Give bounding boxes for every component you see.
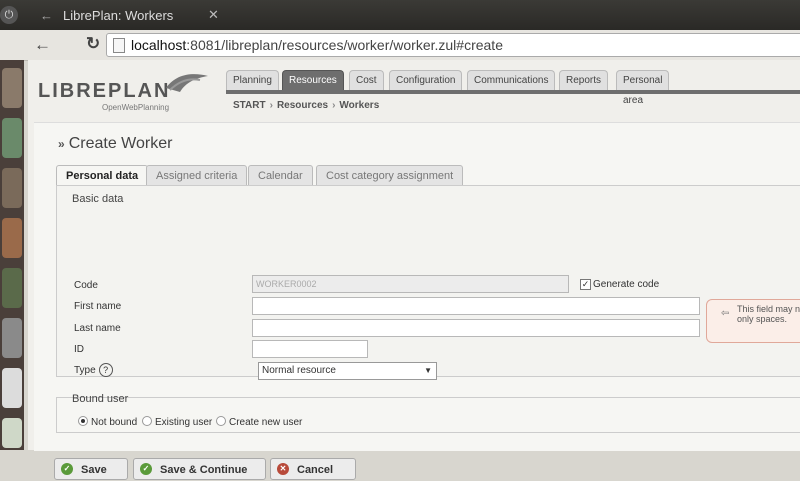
cancel-button-label: Cancel	[297, 464, 334, 476]
radio-label: Create new user	[229, 417, 303, 428]
app-logo: LIBREPLAN OpenWebPlanning	[38, 74, 208, 112]
address-bar[interactable]: localhost:8081/libreplan/resources/worke…	[106, 33, 800, 57]
save-button[interactable]: ✓ Save	[54, 458, 128, 480]
tab-close-icon[interactable]: ✕	[208, 7, 219, 23]
type-selected-value: Normal resource	[262, 365, 336, 376]
radio-label: Existing user	[155, 417, 213, 428]
save-continue-button[interactable]: ✓ Save & Continue	[133, 458, 266, 480]
bound-user-legend: Bound user	[72, 393, 129, 405]
tab-personal-area[interactable]: Personal area	[616, 70, 670, 106]
id-field[interactable]	[252, 340, 368, 358]
generate-code-label: Generate code	[593, 279, 660, 290]
breadcrumb-resources[interactable]: Resources	[277, 100, 328, 111]
radio-icon	[216, 416, 226, 426]
arrow-left-icon: ←	[40, 8, 53, 23]
breadcrumb-start[interactable]: START	[233, 100, 266, 111]
bird-logo-icon	[166, 74, 208, 92]
tab-cost[interactable]: Cost	[349, 70, 384, 91]
validation-tooltip: ⇦ This field may n only spaces.	[706, 299, 800, 343]
tooltip-line-1: This field may n	[737, 304, 800, 314]
radio-existing-user[interactable]: Existing user	[142, 416, 212, 428]
tab-communications[interactable]: Communications	[467, 70, 556, 91]
app-page: LIBREPLAN OpenWebPlanning Planning Resou…	[28, 60, 800, 480]
subtab-calendar[interactable]: Calendar	[248, 165, 313, 187]
basic-data-legend: Basic data	[72, 193, 124, 205]
generate-code-checkbox[interactable]: ✓ Generate code	[580, 279, 659, 290]
tooltip-line-2: only spaces.	[737, 314, 788, 324]
window-titlebar: ⏻ ← LibrePlan: Workers ✕	[0, 0, 800, 30]
radio-label: Not bound	[91, 417, 138, 428]
launcher-app-icon[interactable]	[2, 118, 22, 158]
subtab-assigned-criteria[interactable]: Assigned criteria	[146, 165, 248, 187]
type-select[interactable]: Normal resource ▼	[258, 362, 437, 380]
id-label: ID	[74, 344, 84, 355]
check-icon: ✓	[140, 463, 152, 475]
radio-create-new-user[interactable]: Create new user	[216, 416, 302, 428]
launcher-app-icon[interactable]	[2, 318, 22, 358]
code-field: WORKER0002	[252, 275, 569, 293]
save-continue-label: Save & Continue	[160, 464, 248, 476]
dropdown-arrow-icon: ▼	[424, 366, 432, 375]
save-button-label: Save	[81, 464, 107, 476]
window-title: LibrePlan: Workers	[63, 8, 174, 23]
checkmark-icon: ✓	[580, 279, 591, 290]
radio-not-bound[interactable]: Not bound	[78, 416, 137, 428]
breadcrumb: START › Resources › Workers	[233, 100, 379, 111]
launcher-app-icon[interactable]	[2, 418, 22, 448]
content-panel: » Create Worker Personal data Assigned cr…	[34, 122, 800, 480]
radio-selected-icon	[78, 416, 88, 426]
cancel-button[interactable]: ✕ Cancel	[270, 458, 356, 480]
page-title: Create Worker	[68, 135, 173, 152]
reload-icon[interactable]: ↻	[86, 34, 100, 54]
tab-resources[interactable]: Resources	[282, 70, 344, 91]
logo-wordmark: LIBREPLAN	[38, 80, 171, 102]
launcher-app-icon[interactable]	[2, 218, 22, 258]
chevron-right-icon: ›	[269, 100, 273, 111]
double-chevron-icon: »	[58, 137, 65, 151]
type-label: Type	[74, 365, 96, 376]
subtab-personal-data[interactable]: Personal data	[56, 165, 149, 187]
chevron-right-icon: ›	[332, 100, 336, 111]
launcher-app-icon[interactable]	[2, 168, 22, 208]
cancel-icon: ✕	[277, 463, 289, 475]
tab-planning[interactable]: Planning	[226, 70, 279, 91]
launcher-app-icon[interactable]	[2, 268, 22, 308]
arrow-left-icon: ⇦	[721, 308, 730, 319]
browser-toolbar: ← ↻ localhost:8081/libreplan/resources/w…	[0, 30, 800, 61]
menu-underline	[226, 90, 800, 94]
back-icon[interactable]: ←	[34, 35, 51, 55]
page-icon	[113, 38, 125, 53]
code-label: Code	[74, 280, 98, 291]
help-icon[interactable]: ?	[98, 363, 113, 377]
url-host: localhost	[131, 37, 187, 53]
tab-reports[interactable]: Reports	[559, 70, 609, 91]
last-name-label: Last name	[74, 323, 121, 334]
first-name-label: First name	[74, 301, 122, 312]
subtab-cost-category[interactable]: Cost category assignment	[316, 165, 464, 187]
check-icon: ✓	[61, 463, 73, 475]
logo-tagline: OpenWebPlanning	[102, 103, 170, 112]
launcher-app-icon[interactable]	[2, 68, 22, 108]
radio-icon	[142, 416, 152, 426]
close-icon[interactable]: ⏻	[0, 6, 18, 24]
launcher-app-icon[interactable]	[2, 368, 22, 408]
launcher-sidebar	[0, 60, 24, 450]
breadcrumb-workers[interactable]: Workers	[339, 100, 379, 111]
last-name-field[interactable]	[252, 319, 700, 337]
url-path: :8081/libreplan/resources/worker/worker.…	[186, 37, 503, 53]
tab-configuration[interactable]: Configuration	[389, 70, 463, 91]
first-name-field[interactable]	[252, 297, 700, 315]
